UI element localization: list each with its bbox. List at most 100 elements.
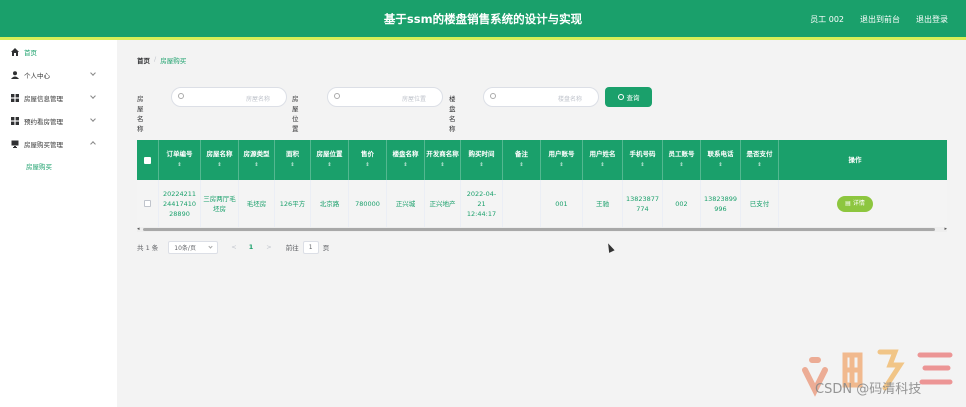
cell-contact-phone: 13823899996 — [701, 180, 741, 227]
next-page-button[interactable]: > — [266, 243, 271, 251]
sort-icon: ⇕ — [254, 162, 259, 168]
sidebar-item-label: 预约看房管理 — [24, 117, 63, 126]
sidebar-subitem-house-purchase[interactable]: 房屋购买 — [0, 155, 117, 177]
header-accent-strip — [0, 37, 966, 40]
col-building-name[interactable]: 楼盘名称 ⇕ — [387, 140, 425, 180]
col-user-name[interactable]: 用户姓名 ⇕ — [583, 140, 623, 180]
select-all-checkbox[interactable] — [144, 156, 151, 164]
sort-icon: ⇕ — [640, 162, 645, 168]
table-header: 订单编号 ⇕ 房屋名称 ⇕ 房源类型 ⇕ 面积 ⇕ 房屋位置 ⇕ 售价 ⇕ 楼盘名称 ⇕ 开发… — [137, 140, 947, 180]
sidebar-item-label: 房屋信息管理 — [24, 94, 63, 103]
building-name-input[interactable]: 楼盘名称 — [483, 87, 599, 107]
sidebar-item-home[interactable]: 首页 — [0, 40, 117, 63]
house-location-label: 房屋位置 — [292, 95, 299, 133]
chevron-down-icon — [208, 243, 213, 249]
sidebar-item-label: 首页 — [24, 48, 37, 57]
scroll-thumb[interactable] — [143, 228, 935, 231]
back-to-front-link[interactable]: 退出到前台 — [860, 14, 900, 25]
breadcrumb-home[interactable]: 首页 — [137, 55, 150, 65]
home-icon — [10, 47, 19, 56]
building-name-placeholder: 楼盘名称 — [557, 96, 582, 103]
cell-order-no: 20224211244174102889​0 — [159, 180, 201, 227]
watermark-text: CSDN @码清科技 — [815, 382, 922, 397]
col-purchase-time[interactable]: 购买时间 ⇕ — [461, 140, 503, 180]
goto-label: 前往 — [285, 244, 299, 252]
sort-icon: ⇕ — [403, 162, 408, 168]
table-horizontal-scrollbar[interactable]: ◂ ▸ — [137, 227, 947, 232]
sort-icon: ⇕ — [519, 162, 524, 168]
scroll-right-arrow-icon[interactable]: ▸ — [944, 227, 947, 232]
house-location-input[interactable]: 房屋位置 — [327, 87, 443, 107]
col-house-name[interactable]: 房屋名称 ⇕ — [201, 140, 239, 180]
cell-paid: 已支付 — [741, 180, 779, 227]
cell-remark — [503, 180, 541, 227]
scroll-left-arrow-icon[interactable]: ◂ — [137, 227, 140, 232]
col-house-type[interactable]: 房源类型 ⇕ — [239, 140, 275, 180]
sidebar-item-personal-center[interactable]: 个人中心 — [0, 63, 117, 86]
detail-button-label: 详情 — [852, 199, 865, 207]
col-location[interactable]: 房屋位置 ⇕ — [311, 140, 349, 180]
col-order-no[interactable]: 订单编号 ⇕ — [159, 140, 201, 180]
house-name-input[interactable]: 房屋名称 — [171, 87, 287, 107]
chevron-down-icon — [90, 93, 96, 99]
sidebar-item-house-info[interactable]: 房屋信息管理 — [0, 86, 117, 109]
sort-icon: ⇕ — [600, 162, 605, 168]
page-size-select[interactable]: 10条/页 — [168, 240, 219, 254]
detail-icon: ▤ — [845, 199, 851, 207]
col-area[interactable]: 面积 ⇕ — [275, 140, 311, 180]
col-paid[interactable]: 是否支付 ⇕ — [741, 140, 779, 180]
sidebar-item-house-purchase[interactable]: 房屋购买管理 — [0, 132, 117, 155]
page-number[interactable]: 1 — [249, 243, 254, 251]
row-checkbox[interactable] — [144, 200, 151, 207]
sort-icon: ⇕ — [479, 162, 484, 168]
col-user-account[interactable]: 用户账号 ⇕ — [541, 140, 583, 180]
sidebar-item-label: 房屋购买管理 — [24, 140, 63, 149]
top-header: 基于ssm的楼盘销售系统的设计与实现 员工 002 退出到前台 退出登录 — [0, 0, 966, 37]
breadcrumb: 首页 / 房屋购买 — [137, 55, 186, 65]
col-contact-phone[interactable]: 联系电话 ⇕ — [701, 140, 741, 180]
col-phone[interactable]: 手机号码 ⇕ — [623, 140, 663, 180]
sidebar-item-viewing-appointment[interactable]: 预约看房管理 — [0, 109, 117, 132]
sort-icon: ⇕ — [440, 162, 445, 168]
col-remark[interactable]: 备注 ⇕ — [503, 140, 541, 180]
breadcrumb-separator: / — [154, 55, 157, 63]
cell-phone: 13823877774 — [623, 180, 663, 227]
grid-icon — [10, 116, 19, 125]
goto-page-input[interactable]: 1 — [302, 240, 319, 254]
sort-icon: ⇕ — [217, 162, 222, 168]
purchase-table: 订单编号 ⇕ 房屋名称 ⇕ 房源类型 ⇕ 面积 ⇕ 房屋位置 ⇕ 售价 ⇕ 楼盘名称 ⇕ 开发… — [137, 140, 947, 228]
sort-icon: ⇕ — [327, 162, 332, 168]
detail-button[interactable]: ▤ 详情 — [837, 195, 873, 212]
cell-purchase-time: 2022-04-21 12:44:17 — [461, 180, 503, 227]
cell-area: 126平方 — [275, 180, 311, 227]
sort-icon: ⇕ — [365, 162, 370, 168]
user-icon — [10, 70, 19, 79]
table-row: 20224211244174102889​0 三房两厅毛坯房 毛坯房 126平方… — [137, 180, 947, 228]
sidebar-item-label: 个人中心 — [24, 71, 50, 80]
cell-developer: 正兴地产 — [425, 180, 461, 227]
sort-icon: ⇕ — [757, 162, 762, 168]
col-developer[interactable]: 开发商名称 ⇕ — [425, 140, 461, 180]
query-button[interactable]: 查询 — [605, 87, 652, 107]
house-location-placeholder: 房屋位置 — [401, 96, 426, 103]
cell-staff-account: 002 — [663, 180, 701, 227]
search-icon — [178, 93, 184, 99]
logout-link[interactable]: 退出登录 — [916, 14, 948, 25]
select-all-checkbox-cell[interactable] — [137, 140, 159, 180]
sidebar: 首页 个人中心 房屋信息管理 预约看房管理 房屋购买管理 房屋购买 — [0, 40, 117, 407]
page-size-value: 10条/页 — [174, 244, 196, 252]
col-price[interactable]: 售价 ⇕ — [349, 140, 387, 180]
house-name-placeholder: 房屋名称 — [245, 96, 270, 103]
prev-page-button[interactable]: < — [231, 243, 236, 251]
cell-house-name: 三房两厅毛坯房 — [201, 180, 239, 227]
search-icon — [334, 93, 340, 99]
sort-icon: ⇕ — [718, 162, 723, 168]
house-name-label: 房屋名称 — [137, 95, 144, 133]
col-staff-account[interactable]: 员工账号 ⇕ — [663, 140, 701, 180]
query-button-label: 查询 — [626, 94, 640, 102]
pagination: 共 1 条 10条/页 < 1 > 前往 1 页 — [137, 240, 329, 254]
sort-icon: ⇕ — [290, 162, 295, 168]
grid-icon — [10, 93, 19, 102]
chevron-down-icon — [90, 116, 96, 122]
row-checkbox-cell[interactable] — [137, 180, 159, 227]
